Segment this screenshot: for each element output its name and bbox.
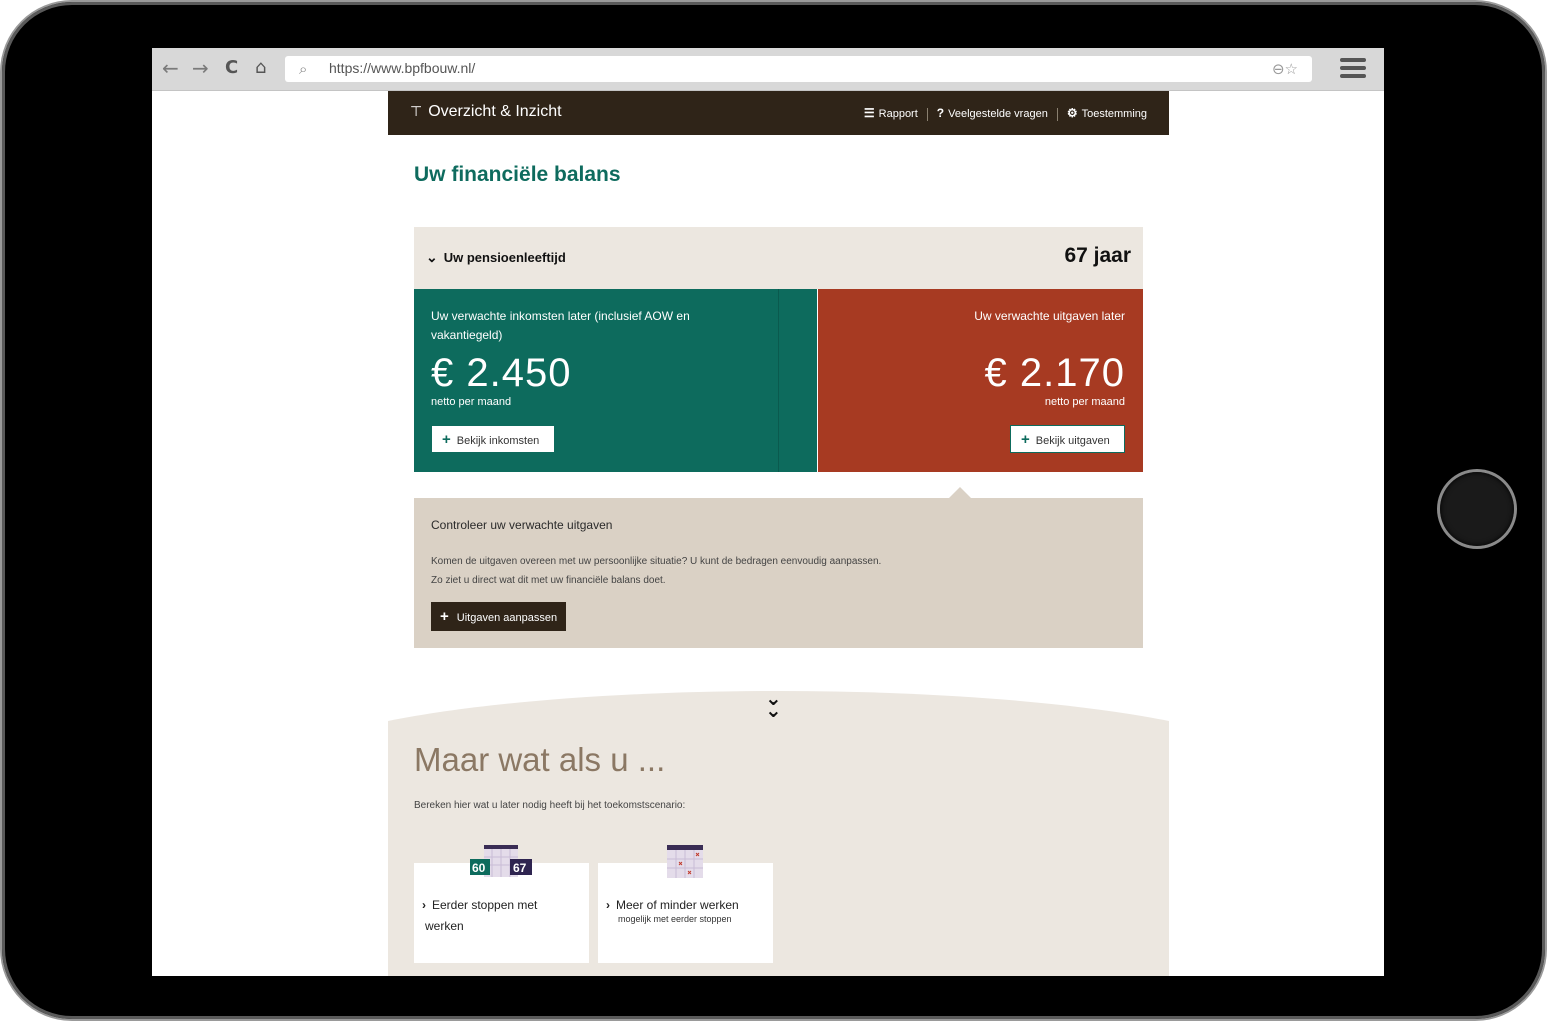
expense-title: Uw verwachte uitgaven later (974, 309, 1125, 323)
check-title: Controleer uw verwachte uitgaven (431, 518, 613, 532)
screen: ← → C ⌂ ⌕ https://www.bpfbouw.nl/ ⊖☆ ⊤ Ov… (152, 48, 1384, 976)
calendar-60-67-icon: 60 67 (470, 845, 532, 877)
check-text: Komen de uitgaven overeen met uw persoon… (431, 552, 881, 590)
list-icon: ☰ (863, 106, 875, 120)
page-title: Uw financiële balans (414, 163, 621, 186)
view-expenses-button[interactable]: + Bekijk uitgaven (1010, 425, 1125, 453)
pension-age-toggle[interactable]: ⌄ Uw pensioenleeftijd 67 jaar (414, 227, 1143, 289)
card1-icon-right: 67 (513, 861, 527, 875)
reload-icon[interactable]: C (225, 57, 238, 79)
rapport-link[interactable]: ☰ Rapport (864, 106, 918, 120)
brand[interactable]: ⊤ Overzicht & Inzicht (410, 103, 562, 121)
question-icon: ? (936, 106, 945, 120)
card1-line1: Eerder stoppen met (432, 898, 538, 912)
faq-label: Veelgestelde vragen (948, 108, 1048, 120)
pointer-arrow (949, 487, 971, 498)
scenario-intro: Bereken hier wat u later nodig heeft bij… (414, 800, 686, 811)
consent-label: Toestemming (1081, 108, 1147, 120)
scenario-section: ⌄ ⌄ Maar wat als u ... Bereken hier wat u… (388, 681, 1169, 976)
back-icon[interactable]: ← (162, 57, 179, 79)
income-title: Uw verwachte inkomsten later (inclusief … (431, 309, 690, 342)
scenario-card-work-more-less[interactable]: › Meer of minder werken mogelijk met eerd… (598, 845, 773, 963)
adjust-expenses-button[interactable]: + Uitgaven aanpassen (431, 602, 567, 631)
plus-icon: + (440, 608, 449, 625)
home-button[interactable] (1440, 472, 1514, 546)
browser-menu-icon[interactable] (1340, 58, 1366, 82)
income-sub: netto per maand (431, 396, 512, 408)
browser-toolbar: ← → C ⌂ ⌕ https://www.bpfbouw.nl/ ⊖☆ (152, 48, 1384, 91)
faq-link[interactable]: ? Veelgestelde vragen (937, 106, 1048, 120)
plus-icon: + (442, 431, 451, 448)
gear-icon: ⚙ (1066, 106, 1078, 120)
scenario-heading: Maar wat als u ... (414, 741, 666, 778)
double-chevron-down-icon[interactable]: ⌄ ⌄ (765, 688, 782, 720)
pension-age-value: 67 jaar (1064, 244, 1131, 267)
page: ⊤ Overzicht & Inzicht ☰ Rapport? Veelgestel… (388, 91, 1169, 976)
card2-title: › Meer of minder werken (606, 895, 739, 916)
brand-label: Overzicht & Inzicht (428, 103, 562, 120)
card1-title: › Eerder stoppen met werken (422, 895, 537, 937)
address-bar[interactable]: ⌕ https://www.bpfbouw.nl/ ⊖☆ (285, 56, 1312, 82)
expense-amount: € 2.170 (984, 351, 1125, 395)
rapport-label: Rapport (878, 108, 918, 120)
home-icon[interactable]: ⌂ (255, 57, 266, 79)
chevron-right-icon: › (606, 898, 610, 912)
check-expenses-box: Controleer uw verwachte uitgaven Komen d… (414, 498, 1143, 648)
expense-panel: Uw verwachte uitgaven later € 2.170 nett… (818, 289, 1143, 472)
pension-age-label: Uw pensioenleeftijd (443, 250, 566, 265)
adjust-expenses-label: Uitgaven aanpassen (456, 612, 558, 624)
card2-line1: Meer of minder werken (616, 898, 739, 912)
income-amount: € 2.450 (431, 351, 572, 395)
check-line-1: Komen de uitgaven overeen met uw persoon… (431, 556, 882, 567)
consent-link[interactable]: ⚙ Toestemming (1067, 106, 1147, 120)
scenario-card-stop-early[interactable]: 60 67 › Eerder stoppen met werken (414, 845, 589, 963)
zoom-star-icon[interactable]: ⊖☆ (1272, 60, 1298, 78)
calendar-cross-icon (667, 845, 703, 878)
card1-line2: werken (425, 919, 464, 933)
top-links: ☰ Rapport? Veelgestelde vragen ⚙ Toestemming (864, 106, 1147, 121)
pension-age-label-wrap: ⌄ Uw pensioenleeftijd (426, 249, 566, 266)
view-income-label: Bekijk inkomsten (456, 435, 540, 447)
check-line-2: Zo ziet u direct wat dit met uw financië… (431, 575, 666, 586)
url-text: https://www.bpfbouw.nl/ (329, 60, 476, 76)
income-panel: Uw verwachte inkomsten later (inclusief … (414, 289, 817, 472)
chevron-down-icon: ⌄ (426, 249, 438, 265)
plus-icon: + (1021, 431, 1030, 448)
search-icon: ⌕ (299, 60, 308, 78)
card2-sub: mogelijk met eerder stoppen (618, 914, 732, 924)
expense-sub: netto per maand (1044, 396, 1125, 408)
top-navigation: ⊤ Overzicht & Inzicht ☰ Rapport? Veelgestel… (388, 91, 1169, 135)
balance-logo-icon: ⊤ (410, 103, 423, 119)
card1-icon-left: 60 (472, 861, 486, 875)
forward-icon[interactable]: → (192, 57, 209, 79)
view-income-button[interactable]: + Bekijk inkomsten (431, 425, 555, 453)
view-expenses-label: Bekijk uitgaven (1035, 435, 1110, 447)
chevron-right-icon: › (422, 898, 426, 912)
